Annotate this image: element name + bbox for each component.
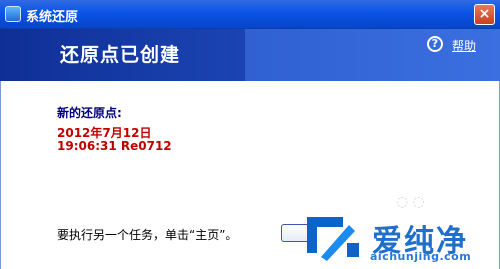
watermark-decoration: ◌ ◌ — [396, 194, 425, 210]
close-button[interactable]: × — [474, 4, 495, 25]
watermark-logo-icon — [307, 217, 359, 261]
header-banner: 还原点已创建 ? 帮助 — [0, 29, 500, 81]
help-link[interactable]: 帮助 — [452, 37, 476, 54]
help-icon[interactable]: ? — [427, 36, 443, 52]
new-restore-point-label: 新的还原点: — [57, 106, 122, 120]
system-restore-app-icon — [5, 6, 21, 22]
footer-instruction: 要执行另一个任务，单击“主页”。 — [57, 228, 238, 242]
watermark-url: aichunjing.com — [370, 250, 472, 263]
title-bar: 系统还原 × — [0, 0, 500, 29]
page-title: 还原点已创建 — [60, 44, 181, 66]
restore-point-time-name: 19:06:31 Re0712 — [57, 139, 172, 153]
window-title: 系统还原 — [26, 10, 79, 25]
